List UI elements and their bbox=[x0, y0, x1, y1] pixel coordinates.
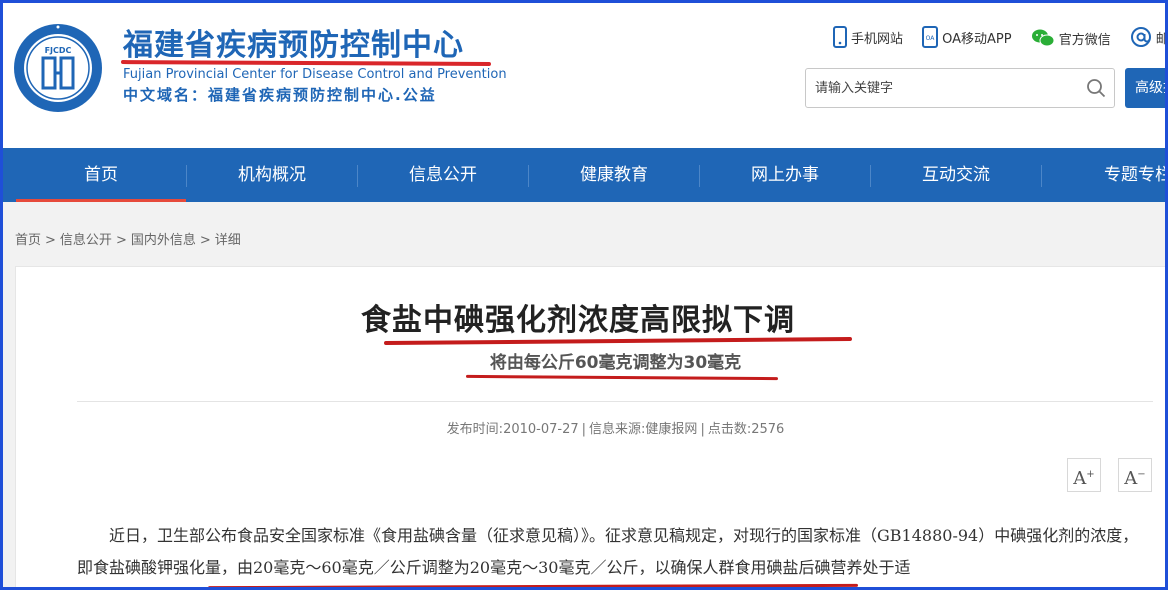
annotation-underline bbox=[120, 60, 492, 66]
email-icon bbox=[1130, 27, 1151, 47]
quick-link-label: 官方微信 bbox=[1058, 32, 1111, 48]
quick-link-email[interactable]: 邮 bbox=[1130, 25, 1168, 49]
meta-date: 2010-07-27 bbox=[503, 422, 579, 437]
breadcrumb-separator: > bbox=[45, 233, 56, 248]
screenshot-frame: FJCDC 福建省疾病预防控制中心 Fujian Provincial Cent… bbox=[0, 0, 1168, 590]
site-domain-line: 中文域名：福建省疾病预防控制中心.公益 bbox=[123, 86, 437, 104]
fjcdc-logo-icon[interactable]: FJCDC bbox=[13, 23, 103, 113]
breadcrumb-current: 详细 bbox=[214, 233, 241, 248]
logo-text: FJCDC bbox=[45, 46, 72, 55]
svg-text:OA: OA bbox=[926, 35, 936, 42]
nav-item-home[interactable]: 首页 bbox=[16, 148, 186, 202]
site-title-english: Fujian Provincial Center for Disease Con… bbox=[123, 67, 507, 82]
nav-item-special-topics[interactable]: 专题专栏 bbox=[1042, 148, 1165, 202]
quick-link-wechat[interactable]: 官方微信 bbox=[1031, 26, 1111, 49]
meta-source: 健康报网 bbox=[645, 422, 698, 437]
site-title[interactable]: 福建省疾病预防控制中心 bbox=[123, 27, 464, 65]
nav-item-health-education[interactable]: 健康教育 bbox=[529, 148, 699, 202]
article-meta: 发布时间:2010-07-27 | 信息来源:健康报网 | 点击数:2576 bbox=[446, 422, 785, 437]
meta-clicks-label: 点击数 bbox=[707, 422, 747, 437]
main-nav: 首页 机构概况 信息公开 健康教育 网上办事 互动交流 专题专栏 bbox=[3, 148, 1165, 202]
breadcrumb-separator: > bbox=[199, 233, 211, 248]
nav-item-online-services[interactable]: 网上办事 bbox=[700, 148, 870, 202]
nav-item-about[interactable]: 机构概况 bbox=[187, 148, 357, 202]
meta-separator: | bbox=[581, 422, 587, 437]
quick-link-label: 邮 bbox=[1155, 31, 1168, 47]
breadcrumb-info-disclosure[interactable]: 信息公开 bbox=[60, 233, 112, 248]
advanced-search-button[interactable]: 高级搜 bbox=[1125, 68, 1165, 108]
breadcrumb-news[interactable]: 国内外信息 bbox=[131, 233, 196, 248]
search-input[interactable] bbox=[807, 70, 1085, 106]
search-box bbox=[805, 68, 1115, 108]
mobile-icon bbox=[833, 26, 847, 48]
font-increase-label: A bbox=[1073, 468, 1087, 489]
quick-link-label: OA移动APP bbox=[942, 31, 1012, 47]
meta-separator: | bbox=[700, 422, 705, 437]
quick-link-label: 手机网站 bbox=[851, 31, 904, 47]
font-decrease-button[interactable]: A− bbox=[1118, 458, 1152, 492]
font-increase-button[interactable]: A+ bbox=[1067, 458, 1101, 492]
meta-date-label: 发布时间 bbox=[446, 422, 499, 437]
plus-icon: + bbox=[1086, 469, 1095, 480]
breadcrumb-separator: > bbox=[115, 233, 127, 248]
breadcrumb-home[interactable]: 首页 bbox=[15, 233, 41, 248]
oa-app-icon: OA bbox=[922, 26, 939, 48]
article-body: 近日，卫生部公布食品安全国家标准《食用盐碘含量（征求意见稿）》。征求意见稿规定，… bbox=[77, 520, 1153, 584]
quick-links: 手机网站 OA OA移动APP 官方微信 邮 bbox=[833, 25, 1168, 49]
minus-icon: − bbox=[1137, 469, 1146, 480]
nav-item-info-disclosure[interactable]: 信息公开 bbox=[358, 148, 528, 202]
site-header: FJCDC 福建省疾病预防控制中心 Fujian Provincial Cent… bbox=[3, 3, 1168, 148]
font-decrease-label: A bbox=[1124, 468, 1138, 489]
breadcrumb: 首页 > 信息公开 > 国内外信息 > 详细 bbox=[15, 229, 241, 248]
quick-link-oa-app[interactable]: OA OA移动APP bbox=[922, 25, 1012, 49]
wechat-icon bbox=[1031, 29, 1055, 47]
nav-item-interaction[interactable]: 互动交流 bbox=[871, 148, 1041, 202]
meta-clicks: 2576 bbox=[751, 422, 785, 437]
article-title: 食盐中碘强化剂浓度高限拟下调 bbox=[361, 303, 795, 338]
article-divider bbox=[77, 401, 1153, 402]
article-paragraph: 近日，卫生部公布食品安全国家标准《食用盐碘含量（征求意见稿）》。征求意见稿规定，… bbox=[77, 526, 1139, 577]
article-subtitle: 将由每公斤60毫克调整为30毫克 bbox=[489, 353, 742, 373]
meta-source-label: 信息来源 bbox=[589, 422, 642, 437]
search-icon[interactable] bbox=[1086, 78, 1106, 98]
quick-link-mobile[interactable]: 手机网站 bbox=[833, 25, 903, 49]
